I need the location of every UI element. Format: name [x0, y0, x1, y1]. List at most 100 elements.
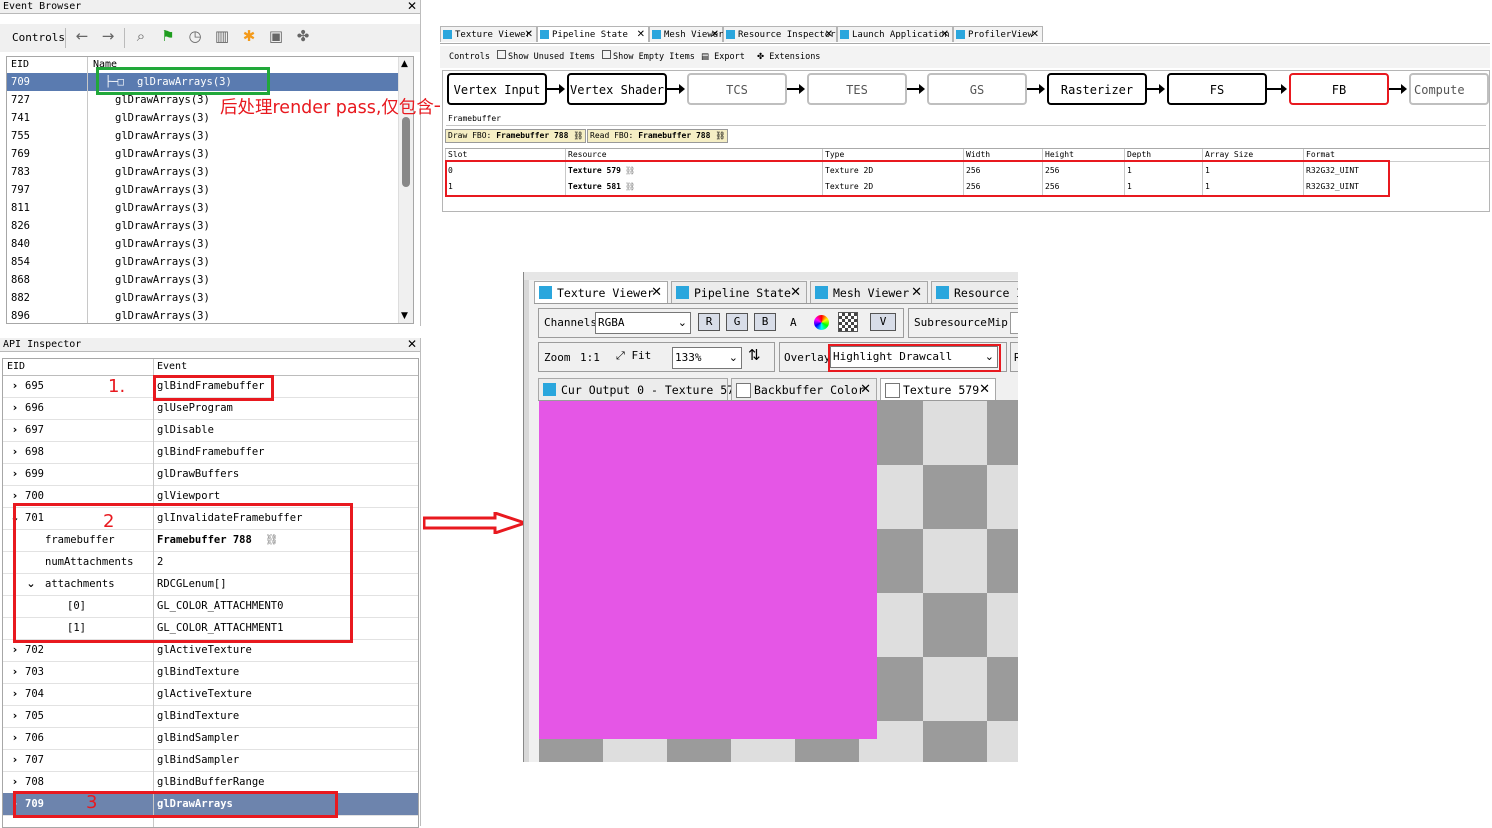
chevron-right-icon[interactable]: ›	[9, 397, 21, 419]
stage-vertex-shader[interactable]: Vertex Shader	[567, 73, 667, 105]
checkerboard-icon[interactable]	[838, 312, 858, 332]
search-icon[interactable]: ⌕	[131, 24, 151, 48]
tab-resource-ins[interactable]: Resource Ins	[931, 281, 1018, 303]
scroll-thumb[interactable]	[402, 117, 410, 187]
stage-rasterizer[interactable]: Rasterizer	[1047, 73, 1147, 105]
stage-tes[interactable]: TES	[807, 73, 907, 105]
chevron-right-icon[interactable]: ›	[9, 463, 21, 485]
tab-profilerview[interactable]: ProfilerView ✕	[953, 26, 1043, 42]
scroll-down-icon[interactable]: ▼	[401, 311, 408, 321]
tab-launch-application[interactable]: Launch Application ✕	[837, 26, 953, 42]
zoom-select[interactable]: 133% ⌄	[672, 347, 742, 369]
show-unused-button[interactable]: Show Unused Items	[497, 46, 595, 68]
chevron-right-icon[interactable]: ›	[9, 727, 21, 749]
chevron-right-icon[interactable]: ›	[9, 771, 21, 793]
chevron-right-icon[interactable]: ›	[9, 441, 21, 463]
stage-compute-shad[interactable]: Compute Shad	[1409, 73, 1489, 105]
table-row[interactable]: › 707 glBindSampler	[3, 749, 418, 772]
table-row[interactable]: › 705 glBindTexture	[3, 705, 418, 728]
tab-pipeline-state[interactable]: Pipeline State ✕	[537, 26, 649, 42]
channel-r-button[interactable]: R	[698, 313, 720, 331]
arrow-right-icon[interactable]: →	[98, 24, 118, 48]
close-icon[interactable]: ✕	[525, 27, 533, 43]
show-empty-button[interactable]: Show Empty Items	[602, 46, 695, 68]
tab-texture-viewer[interactable]: Texture Viewer ✕	[440, 26, 537, 42]
chevron-right-icon[interactable]: ›	[9, 375, 21, 397]
save-icon[interactable]: ▣	[266, 24, 286, 48]
controls-button[interactable]: Controls	[449, 46, 490, 68]
close-icon[interactable]: ✕	[911, 282, 922, 304]
close-icon[interactable]: ✕	[825, 27, 833, 43]
tab-texture-viewer[interactable]: Texture Viewer ✕	[534, 281, 668, 303]
channel-v-button[interactable]: V	[870, 313, 896, 331]
scroll-up-icon[interactable]: ▲	[401, 59, 408, 69]
star-icon[interactable]: ✱	[239, 24, 259, 48]
table-row[interactable]: › 704 glActiveTexture	[3, 683, 418, 706]
close-icon[interactable]: ✕	[711, 27, 719, 43]
tab-mesh-viewer[interactable]: Mesh Viewer ✕	[810, 281, 928, 303]
tab-pipeline-state[interactable]: Pipeline State ✕	[671, 281, 807, 303]
stage-fb[interactable]: FB	[1289, 73, 1389, 105]
close-icon[interactable]: ✕	[1031, 27, 1039, 43]
close-icon[interactable]: ✕	[941, 27, 949, 43]
extensions-button[interactable]: ✤ Extensions	[757, 46, 820, 68]
table-row[interactable]: 840 glDrawArrays(3)	[7, 235, 413, 253]
table-row[interactable]: 868 glDrawArrays(3)	[7, 271, 413, 289]
channel-a-button[interactable]: A	[790, 316, 797, 329]
table-row[interactable]: 854 glDrawArrays(3)	[7, 253, 413, 271]
read-fbo-tag[interactable]: Read FBO: Framebuffer 788 ⛓	[587, 129, 729, 143]
arrow-left-icon[interactable]: ←	[72, 24, 92, 48]
doc-tab-3[interactable]: Texture 579 ✕	[880, 378, 996, 400]
table-row[interactable]: 896 glDrawArrays(3)	[7, 307, 413, 323]
col-event[interactable]: Event	[157, 359, 357, 375]
close-icon[interactable]: ✕	[860, 379, 871, 401]
table-row[interactable]: 783 glDrawArrays(3)	[7, 163, 413, 181]
doc-tab-2[interactable]: Backbuffer Color ✕	[731, 378, 877, 400]
tab-resource-inspector[interactable]: Resource Inspector ✕	[723, 26, 837, 42]
flag-icon[interactable]: ⚑	[158, 24, 178, 48]
timeline-icon[interactable]: ▥	[212, 24, 232, 48]
channel-b-button[interactable]: B	[754, 313, 776, 331]
table-row[interactable]: › 699 glDrawBuffers	[3, 463, 418, 486]
table-row[interactable]: 797 glDrawArrays(3)	[7, 181, 413, 199]
close-icon[interactable]: ✕	[407, 0, 417, 13]
table-row[interactable]: › 697 glDisable	[3, 419, 418, 442]
close-icon[interactable]: ✕	[407, 338, 417, 351]
zoom-1to1-button[interactable]: 1:1	[580, 351, 600, 364]
clock-icon[interactable]: ◷	[185, 24, 205, 48]
draw-fbo-tag[interactable]: Draw FBO: Framebuffer 788 ⛓	[445, 129, 587, 143]
fit-button[interactable]: ⤢ Fit	[616, 349, 651, 363]
close-icon[interactable]: ✕	[637, 27, 645, 43]
table-row[interactable]: › 703 glBindTexture	[3, 661, 418, 684]
mip-select[interactable]	[1010, 312, 1018, 334]
controls-button[interactable]: Controls	[12, 31, 65, 44]
tab-mesh-viewer[interactable]: Mesh Viewer ✕	[649, 26, 724, 43]
channel-g-button[interactable]: G	[726, 313, 748, 331]
table-row[interactable]: 826 glDrawArrays(3)	[7, 217, 413, 235]
table-row[interactable]: 882 glDrawArrays(3)	[7, 289, 413, 307]
channels-select[interactable]: RGBA ⌄	[595, 312, 691, 334]
color-wheel-icon[interactable]	[814, 315, 829, 330]
puzzle-icon[interactable]: ✤	[293, 24, 313, 48]
col-eid[interactable]: EID	[11, 57, 81, 73]
chevron-right-icon[interactable]: ›	[9, 683, 21, 705]
table-row[interactable]: › 706 glBindSampler	[3, 727, 418, 750]
doc-tab-1[interactable]: Cur Output 0 - Texture 579	[538, 378, 741, 400]
table-row[interactable]: › 698 glBindFramebuffer	[3, 441, 418, 464]
stage-fs[interactable]: FS	[1167, 73, 1267, 105]
close-icon[interactable]: ✕	[651, 282, 662, 304]
stage-tcs[interactable]: TCS	[687, 73, 787, 105]
chevron-right-icon[interactable]: ›	[9, 419, 21, 441]
chevron-right-icon[interactable]: ›	[9, 705, 21, 727]
flip-icon[interactable]: ⇅	[748, 346, 761, 364]
export-button[interactable]: ▤ Export	[701, 46, 745, 68]
close-icon[interactable]: ✕	[979, 379, 990, 401]
stage-vertex-input[interactable]: Vertex Input	[447, 73, 547, 105]
chevron-right-icon[interactable]: ›	[9, 749, 21, 771]
col-eid[interactable]: EID	[7, 359, 107, 375]
table-row[interactable]: 811 glDrawArrays(3)	[7, 199, 413, 217]
chevron-right-icon[interactable]: ›	[9, 661, 21, 683]
table-row[interactable]: 755 glDrawArrays(3)	[7, 127, 413, 145]
stage-gs[interactable]: GS	[927, 73, 1027, 105]
table-row[interactable]: 769 glDrawArrays(3)	[7, 145, 413, 163]
